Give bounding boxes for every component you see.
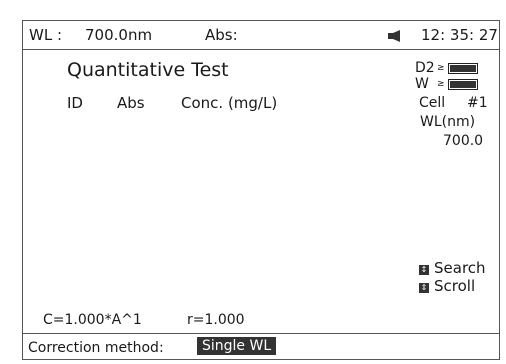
lamp-w-indicator <box>448 79 478 90</box>
cell-label: Cell <box>419 95 446 111</box>
search-label: Search <box>434 259 486 277</box>
side-wl-value: 700.0 <box>443 133 484 149</box>
cell-value: #1 <box>467 95 488 111</box>
wl-label: WL : <box>29 26 63 44</box>
abs-label: Abs: <box>205 26 238 44</box>
correction-method-label: Correction method: <box>28 340 164 356</box>
up-down-key-icon: ↕ <box>419 265 429 275</box>
instrument-screen: WL : 700.0nm Abs: 12: 35: 27 Quantitativ… <box>22 20 500 360</box>
column-header-id: ID <box>67 94 83 112</box>
side-wl-label: WL(nm) <box>420 114 476 130</box>
lamp-w-level-fill <box>450 81 476 88</box>
scroll-hint[interactable]: ⇕ Scroll <box>419 279 475 294</box>
status-bar: WL : 700.0nm Abs: 12: 35: 27 <box>23 21 499 50</box>
bottom-bar: Correction method: Single WL <box>23 333 499 360</box>
calibration-equation: C=1.000*A^1 <box>43 312 142 328</box>
column-header-abs: Abs <box>117 94 145 112</box>
lamp-d2-level-fill <box>450 65 476 72</box>
column-header-conc: Conc. (mg/L) <box>181 94 278 112</box>
lamp-d2-arrow-icon: ≥ <box>437 63 445 73</box>
wl-value: 700.0nm <box>85 26 153 44</box>
lamp-d2-indicator <box>448 63 478 74</box>
lamp-w-arrow-icon: ≥ <box>437 79 445 89</box>
lamp-w-label: W <box>415 76 429 92</box>
scroll-label: Scroll <box>434 277 476 295</box>
correlation-coefficient: r=1.000 <box>187 312 245 328</box>
search-hint[interactable]: ↕ Search <box>419 261 486 276</box>
scroll-key-icon: ⇕ <box>419 283 429 293</box>
clock: 12: 35: 27 <box>421 26 498 44</box>
correction-method-value[interactable]: Single WL <box>197 337 277 355</box>
lamp-d2-label: D2 <box>415 60 435 76</box>
speaker-icon <box>388 30 400 42</box>
page-title: Quantitative Test <box>67 59 229 81</box>
